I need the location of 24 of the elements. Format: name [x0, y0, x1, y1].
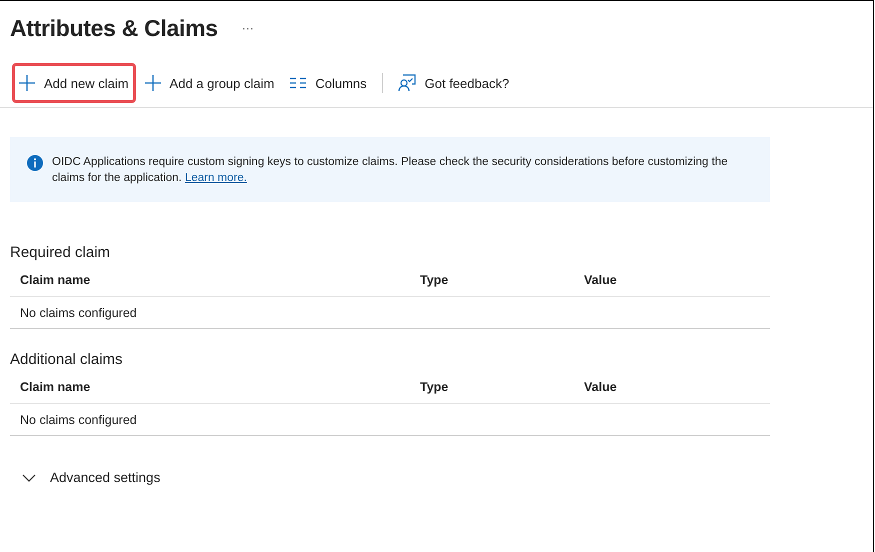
toolbar-button[interactable]: Columns	[285, 65, 372, 101]
column-header[interactable]: Claim name	[20, 273, 90, 287]
column-header[interactable]: Value	[584, 273, 617, 287]
columns-icon	[290, 77, 306, 89]
toolbar-button[interactable]: Add a group claim	[140, 65, 280, 101]
info-message: OIDC Applications require custom signing keys to customize claims. Please check the security considerations before customizing the claims for the application. Learn more.	[52, 155, 729, 186]
plus-icon	[19, 75, 35, 91]
column-header[interactable]: Claim name	[20, 380, 90, 394]
more-button[interactable]: ···	[240, 21, 256, 35]
empty-message: No claims configured	[20, 306, 137, 320]
feedback-icon	[398, 74, 416, 92]
info-icon	[27, 155, 43, 171]
toolbar-button[interactable]: Add new claim	[14, 65, 134, 101]
empty-message: No claims configured	[20, 412, 137, 426]
page-title: Attributes & Claims	[10, 14, 218, 42]
column-header[interactable]: Type	[420, 380, 448, 394]
advanced-settings-toggle[interactable]: Advanced settings	[10, 466, 172, 489]
column-header[interactable]: Type	[420, 273, 448, 287]
chevron-down-icon	[22, 474, 36, 482]
plus-icon	[144, 75, 161, 91]
section-heading: Required claim	[10, 244, 112, 263]
learn-more-link[interactable]: Learn more.	[184, 172, 247, 184]
column-header[interactable]: Value	[584, 380, 617, 394]
section-heading: Additional claims	[10, 351, 124, 370]
